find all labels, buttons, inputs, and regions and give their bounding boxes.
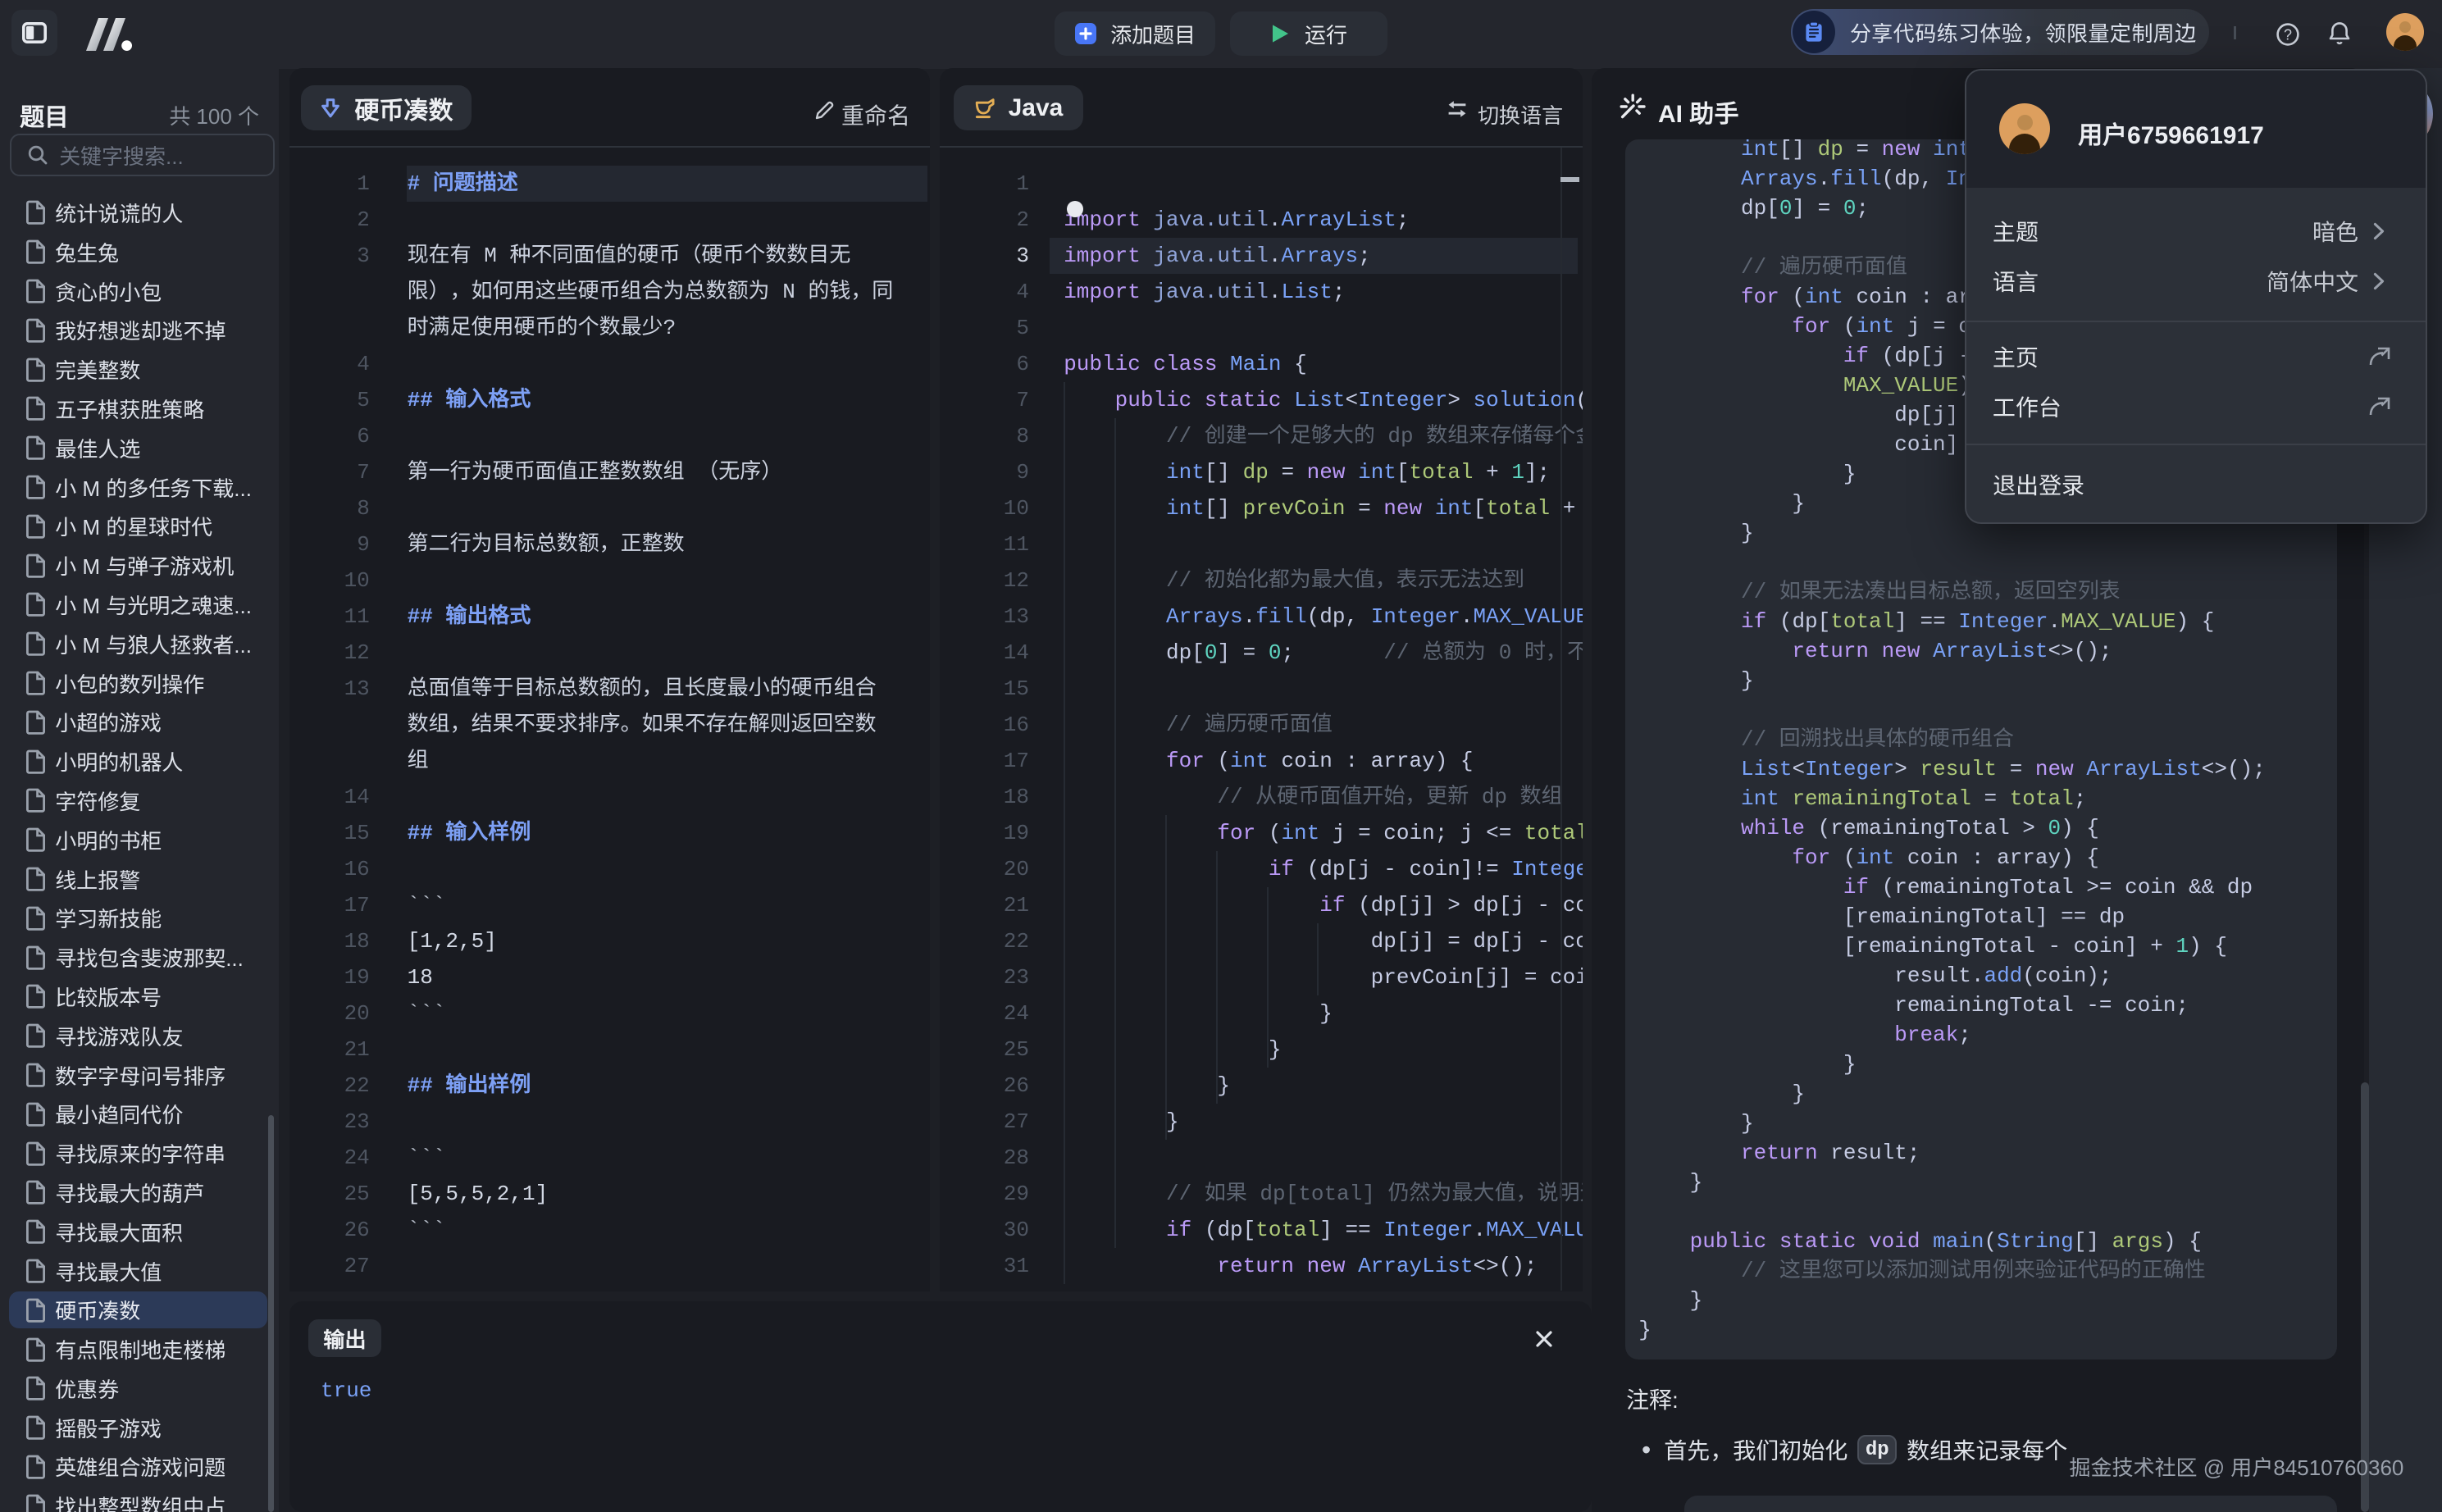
- svg-text:?: ?: [2284, 26, 2292, 43]
